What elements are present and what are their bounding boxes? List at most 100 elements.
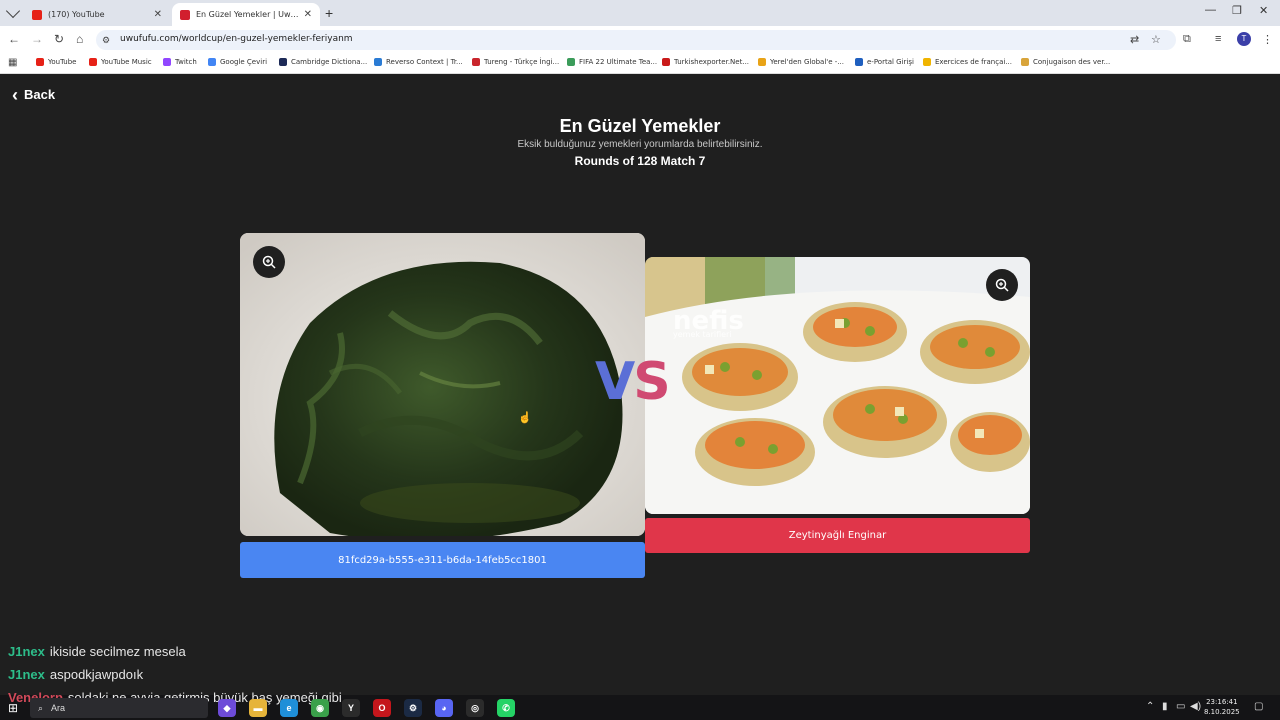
minimize-icon[interactable]: — — [1205, 4, 1216, 16]
chat-user: J1nex — [8, 667, 45, 682]
clock-date: 8.10.2025 — [1204, 708, 1240, 716]
maximize-icon[interactable]: ❐ — [1232, 4, 1242, 17]
edge-browser-icon[interactable]: e — [280, 699, 298, 717]
site-info-icon[interactable]: ⚙ — [102, 35, 110, 46]
youtube-favicon-icon — [32, 9, 42, 20]
zoom-in-icon[interactable] — [986, 269, 1018, 301]
bookmark-item[interactable]: Turkishexporter.Net... — [662, 58, 749, 66]
uwufufu-favicon-icon — [180, 9, 190, 20]
vs-letter-s: S — [633, 352, 670, 412]
tab-youtube[interactable]: (170) YouTube ✕ — [24, 3, 170, 26]
microphone-icon[interactable]: ▮ — [1162, 701, 1168, 712]
right-choice-button[interactable]: Zeytinyağlı Enginar — [645, 518, 1030, 553]
clock-time: 23:16:41 — [1206, 698, 1238, 706]
left-choice-image[interactable] — [240, 233, 645, 536]
tab-uwufufu[interactable]: En Güzel Yemekler | UwUFUFU ✕ — [172, 3, 320, 26]
page-title: En Güzel Yemekler — [559, 116, 721, 136]
yandex-browser-icon[interactable]: Y — [342, 699, 360, 717]
copilot-app-icon[interactable]: ◆ — [218, 699, 236, 717]
bookmark-item[interactable]: Twitch — [163, 58, 197, 66]
vs-badge: VS — [595, 352, 671, 412]
apps-grid-icon[interactable]: ▦ — [8, 57, 17, 68]
tray-chevron-up-icon[interactable]: ⌃ — [1146, 701, 1154, 712]
tab-title: (170) YouTube — [48, 10, 105, 19]
search-icon: ⌕ — [38, 702, 44, 713]
opera-browser-icon[interactable]: O — [373, 699, 391, 717]
left-food-image — [240, 233, 645, 536]
steam-app-icon[interactable]: ⚙ — [404, 699, 422, 717]
mouse-pointer-icon: ☝ — [518, 412, 532, 424]
bookmark-label: Exercices de françai... — [935, 58, 1013, 66]
address-url[interactable]: uwufufu.com/worldcup/en-guzel-yemekler-f… — [120, 34, 353, 44]
bookmark-favicon-icon — [758, 58, 766, 66]
bookmark-item[interactable]: FIFA 22 Ultimate Tea... — [567, 58, 657, 66]
bookmark-favicon-icon — [208, 58, 216, 66]
taskbar-clock[interactable]: 23:16:41 8.10.2025 — [1204, 697, 1240, 717]
bookmark-label: FIFA 22 Ultimate Tea... — [579, 58, 658, 66]
close-tab-icon[interactable]: ✕ — [154, 9, 162, 20]
bookmark-favicon-icon — [36, 58, 44, 66]
file-explorer-icon[interactable]: ▬ — [249, 699, 267, 717]
chevron-left-icon: ‹ — [12, 84, 18, 105]
whatsapp-app-icon[interactable]: ✆ — [497, 699, 515, 717]
network-icon[interactable]: ▭ — [1176, 701, 1185, 712]
taskbar-search[interactable]: ⌕ Ara — [30, 698, 208, 718]
bookmark-item[interactable]: Cambridge Dictiona... — [279, 58, 367, 66]
chat-message: J1nex aspodkjawpdoık — [8, 667, 143, 682]
bookmark-label: Twitch — [175, 58, 197, 66]
bookmark-item[interactable]: Google Çeviri — [208, 58, 267, 66]
volume-icon[interactable]: ◀) — [1190, 701, 1201, 712]
home-icon[interactable]: ⌂ — [76, 32, 83, 46]
bookmark-item[interactable]: Exercices de françai... — [923, 58, 1012, 66]
window-close-icon[interactable]: ✕ — [1259, 4, 1268, 17]
bookmark-item[interactable]: YouTube Music — [89, 58, 152, 66]
bookmark-favicon-icon — [1021, 58, 1029, 66]
bookmark-label: Turkishexporter.Net... — [674, 58, 750, 66]
close-tab-icon[interactable]: ✕ — [304, 9, 312, 20]
watermark-sub: yemek tarifleri — [673, 330, 732, 339]
bookmark-favicon-icon — [374, 58, 382, 66]
bookmark-label: Tureng - Türkçe İngi... — [484, 58, 560, 66]
chrome-browser-icon[interactable]: ◉ — [311, 699, 329, 717]
bookmark-label: e-Portal Girişi — [867, 58, 914, 66]
bookmark-favicon-icon — [163, 58, 171, 66]
bookmark-label: Google Çeviri — [220, 58, 268, 66]
round-info: Rounds of 128 Match 7 — [574, 154, 706, 168]
bookmark-favicon-icon — [662, 58, 670, 66]
bookmark-favicon-icon — [855, 58, 863, 66]
right-food-image: nefis yemek tarifleri — [645, 257, 1030, 514]
right-choice-image[interactable]: nefis yemek tarifleri — [645, 257, 1030, 514]
vs-letter-v: V — [595, 352, 635, 412]
chat-text: ikiside secilmez mesela — [49, 644, 186, 659]
bookmark-item[interactable]: YouTube — [36, 58, 76, 66]
back-button[interactable]: ‹ Back — [12, 84, 56, 105]
zoom-in-icon[interactable] — [253, 246, 285, 278]
bookmark-item[interactable]: e-Portal Girişi — [855, 58, 914, 66]
bookmark-item[interactable]: Reverso Context | Tr... — [374, 58, 463, 66]
back-label: Back — [24, 87, 56, 102]
translate-icon[interactable]: ⇄ — [1130, 33, 1139, 46]
left-choice-button[interactable]: 81fcd29a-b555-e311-b6da-14feb5cc1801 — [240, 542, 645, 578]
bookmark-star-icon[interactable]: ☆ — [1151, 33, 1161, 46]
new-tab-icon[interactable]: + — [325, 5, 333, 21]
bookmark-item[interactable]: Yerel'den Global'e -... — [758, 58, 844, 66]
discord-app-icon[interactable]: ◕ — [435, 699, 453, 717]
profile-avatar[interactable]: T — [1237, 32, 1251, 46]
forward-nav-icon[interactable]: → — [31, 32, 43, 46]
bookmark-favicon-icon — [472, 58, 480, 66]
page-description: Eksik bulduğunuz yemekleri yorumlarda be… — [517, 139, 763, 150]
media-icon[interactable]: ≡ — [1215, 33, 1221, 45]
notification-icon[interactable]: ▢ — [1254, 701, 1263, 712]
chat-message: J1nex ikiside secilmez mesela — [8, 644, 186, 659]
reload-icon[interactable]: ↻ — [54, 32, 64, 46]
menu-kebab-icon[interactable]: ⋮ — [1262, 33, 1273, 46]
bookmark-item[interactable]: Tureng - Türkçe İngi... — [472, 58, 559, 66]
obs-app-icon[interactable]: ◎ — [466, 699, 484, 717]
back-nav-icon[interactable]: ← — [8, 32, 20, 46]
chat-text: aspodkjawpdoık — [49, 667, 144, 682]
extensions-icon[interactable]: ⧉ — [1183, 33, 1191, 46]
windows-start-icon[interactable]: ⊞ — [8, 701, 18, 715]
bookmark-favicon-icon — [279, 58, 287, 66]
bookmark-label: Conjugaison des ver... — [1033, 58, 1111, 66]
bookmark-item[interactable]: Conjugaison des ver... — [1021, 58, 1110, 66]
